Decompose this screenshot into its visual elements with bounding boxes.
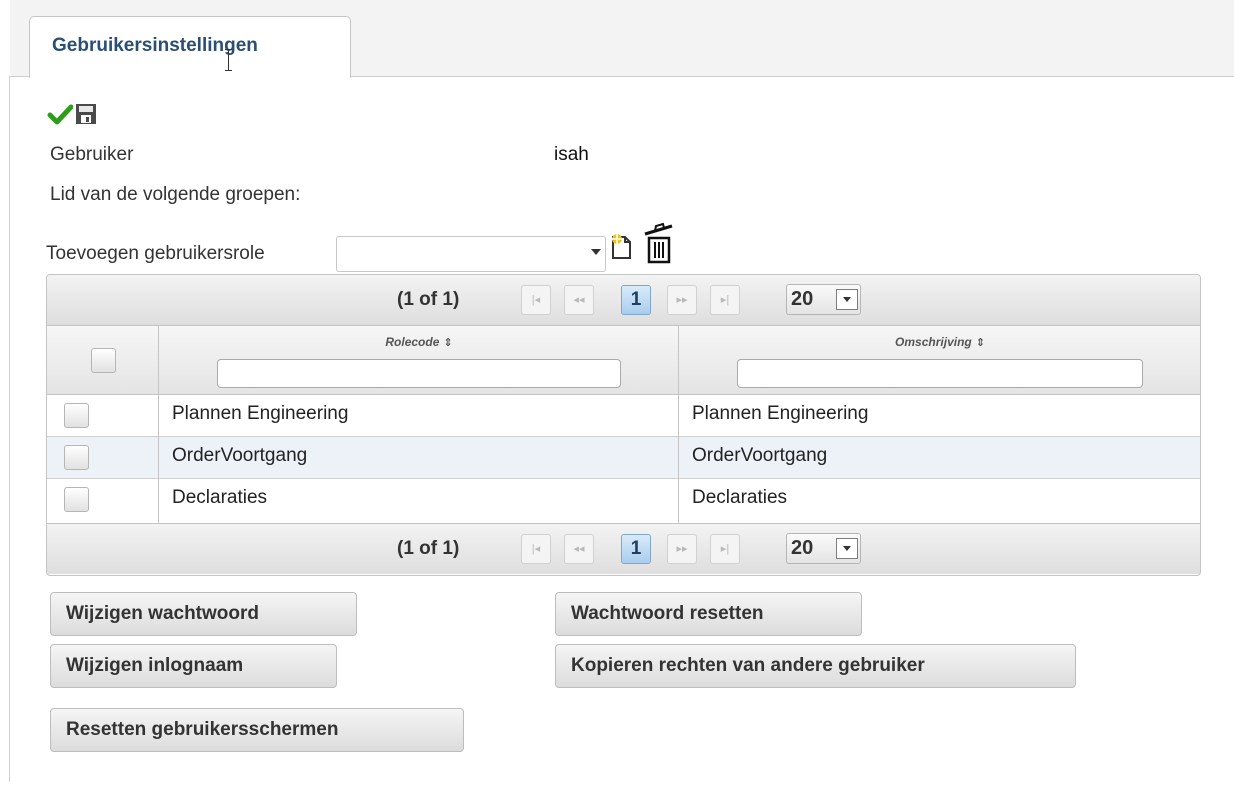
rolecode-cell: Plannen Engineering bbox=[172, 403, 349, 424]
previous-page-button[interactable]: ◂◂ bbox=[564, 534, 594, 564]
omschrijving-cell: OrderVoortgang bbox=[692, 445, 828, 466]
omschrijving-cell: Declaraties bbox=[692, 487, 788, 508]
reset-password-button[interactable]: Wachtwoord resetten bbox=[555, 592, 862, 636]
omschrijving-cell: Plannen Engineering bbox=[692, 403, 869, 424]
row-checkbox[interactable] bbox=[64, 403, 89, 428]
first-page-button[interactable]: |◂ bbox=[521, 285, 551, 315]
column-divider bbox=[678, 326, 679, 523]
sort-icon: ⇕ bbox=[443, 337, 453, 349]
tab-bar: Gebruikersinstellingen bbox=[10, 0, 1234, 78]
column-divider bbox=[158, 326, 159, 523]
rows-per-page-value: 20 bbox=[791, 537, 814, 559]
tab-gebruikersinstellingen[interactable]: Gebruikersinstellingen bbox=[29, 16, 351, 78]
text-cursor-icon bbox=[225, 49, 232, 71]
page-info: (1 of 1) bbox=[397, 538, 460, 559]
column-header-rolecode[interactable]: Rolecode ⇕ bbox=[159, 335, 679, 349]
table-row[interactable]: Declaraties Declaraties bbox=[47, 479, 1200, 521]
paginator-top: (1 of 1) |◂ ◂◂ 1 ▸▸ ▸| 20 bbox=[47, 275, 1200, 326]
rows-per-page-select[interactable]: 20 bbox=[786, 284, 861, 315]
reset-screens-button[interactable]: Resetten gebruikersschermen bbox=[50, 708, 464, 752]
row-checkbox[interactable] bbox=[64, 487, 89, 512]
roles-table: (1 of 1) |◂ ◂◂ 1 ▸▸ ▸| 20 Rolecode ⇕ Omsc… bbox=[46, 274, 1201, 576]
groups-label: Lid van de volgende groepen: bbox=[50, 184, 301, 205]
page-1-button[interactable]: 1 bbox=[621, 285, 651, 315]
user-label: Gebruiker bbox=[50, 144, 134, 165]
copy-rights-button[interactable]: Kopieren rechten van andere gebruiker bbox=[555, 644, 1076, 688]
table-row[interactable]: OrderVoortgang OrderVoortgang bbox=[47, 437, 1200, 479]
rolecode-cell: OrderVoortgang bbox=[172, 445, 308, 466]
first-page-button[interactable]: |◂ bbox=[521, 534, 551, 564]
previous-page-button[interactable]: ◂◂ bbox=[564, 285, 594, 315]
rolecode-cell: Declaraties bbox=[172, 487, 268, 508]
sort-icon: ⇕ bbox=[975, 337, 985, 349]
select-all-checkbox[interactable] bbox=[91, 348, 116, 373]
page-1-button[interactable]: 1 bbox=[621, 534, 651, 564]
last-page-button[interactable]: ▸| bbox=[710, 534, 740, 564]
add-role-label: Toevoegen gebruikersrole bbox=[46, 243, 265, 264]
next-page-button[interactable]: ▸▸ bbox=[667, 534, 697, 564]
rolecode-filter-input[interactable] bbox=[217, 359, 621, 388]
chevron-down-icon bbox=[836, 289, 858, 310]
table-row[interactable]: Plannen Engineering Plannen Engineering bbox=[47, 395, 1200, 437]
table-header: Rolecode ⇕ Omschrijving ⇕ bbox=[47, 326, 1200, 395]
trash-icon[interactable] bbox=[640, 221, 676, 265]
rows-per-page-value: 20 bbox=[791, 288, 814, 310]
user-value: isah bbox=[554, 144, 589, 165]
chevron-down-icon bbox=[836, 538, 858, 559]
change-login-button[interactable]: Wijzigen inlognaam bbox=[50, 644, 337, 688]
last-page-button[interactable]: ▸| bbox=[710, 285, 740, 315]
paginator-bottom: (1 of 1) |◂ ◂◂ 1 ▸▸ ▸| 20 bbox=[47, 523, 1200, 574]
next-page-button[interactable]: ▸▸ bbox=[667, 285, 697, 315]
row-checkbox[interactable] bbox=[64, 445, 89, 470]
left-border bbox=[9, 76, 10, 782]
check-icon[interactable] bbox=[47, 101, 73, 127]
omschrijving-filter-input[interactable] bbox=[737, 359, 1143, 388]
floppy-disk-icon[interactable] bbox=[73, 101, 99, 127]
change-password-button[interactable]: Wijzigen wachtwoord bbox=[50, 592, 357, 636]
new-document-icon[interactable] bbox=[609, 231, 635, 261]
rows-per-page-select[interactable]: 20 bbox=[786, 533, 861, 564]
page-info: (1 of 1) bbox=[397, 289, 460, 310]
role-select[interactable] bbox=[336, 236, 606, 272]
chevron-down-icon bbox=[591, 249, 601, 255]
column-header-omschrijving[interactable]: Omschrijving ⇕ bbox=[679, 335, 1200, 349]
